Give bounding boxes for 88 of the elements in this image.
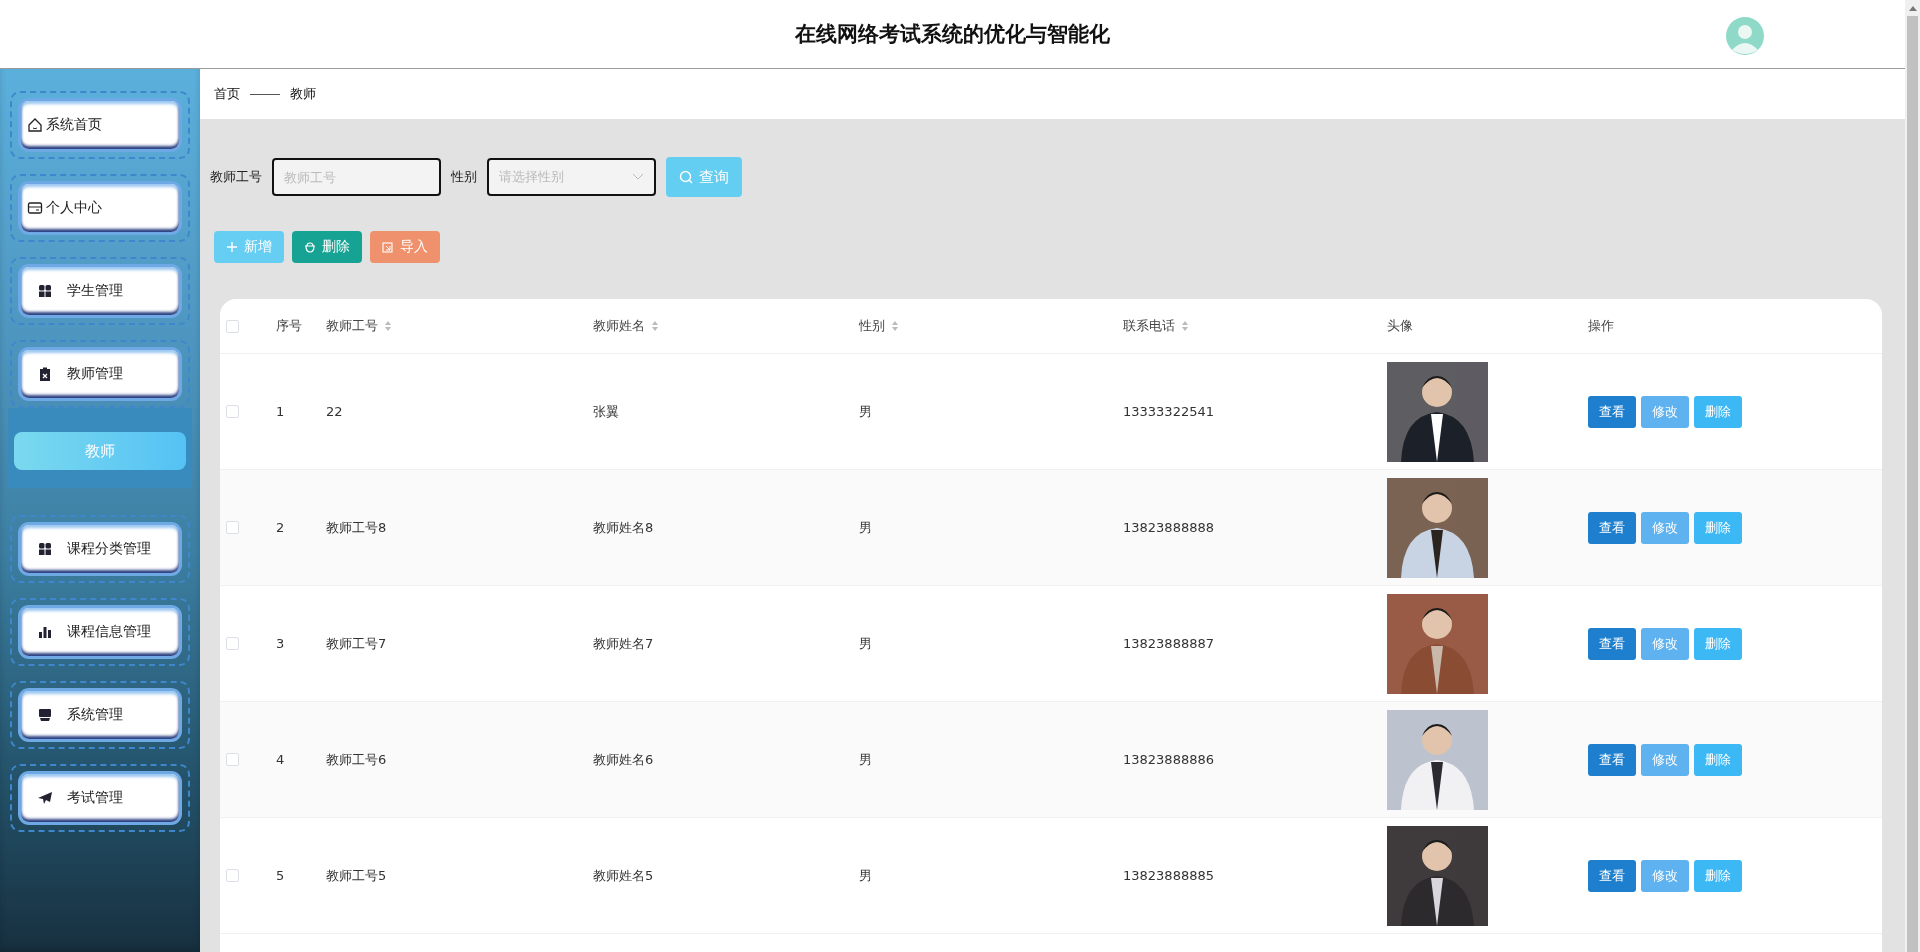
table-cell: 教师姓名6 [593,750,654,769]
table-cell: 张翼 [593,402,619,421]
import-button[interactable]: 导入 [370,231,440,263]
checkbox[interactable] [226,319,239,333]
grid-icon [37,283,53,299]
table-cell: 13823888888 [1123,520,1214,535]
search-icon [679,170,693,184]
menu-item[interactable]: 学生管理 [21,267,179,315]
card-icon [27,200,43,216]
sort-icon[interactable] [891,320,899,332]
column-header: 序号 [276,317,302,335]
import-icon [382,241,394,253]
table-cell: 教师工号5 [326,866,387,885]
bar-chart-icon [37,624,53,640]
view-button[interactable]: 查看 [1588,859,1636,892]
checkbox[interactable] [226,521,239,534]
paper-plane-icon [37,790,53,806]
avatar-icon[interactable] [1725,16,1765,56]
menu-item[interactable]: 个人中心 [21,184,179,232]
table-cell: 教师姓名7 [593,634,654,653]
table-cell: 13333322541 [1123,404,1214,419]
monitor-icon [37,707,53,723]
table-cell: 男 [859,750,872,769]
view-button[interactable]: 查看 [1588,627,1636,660]
menu-item[interactable]: 系统首页 [21,101,179,149]
column-header[interactable]: 教师姓名 [593,317,659,335]
checkbox[interactable] [226,869,239,882]
table-cell: 男 [859,634,872,653]
edit-button[interactable]: 修改 [1641,511,1689,544]
column-header[interactable]: 联系电话 [1123,317,1189,335]
scroll-up-icon[interactable] [1907,4,1918,12]
delete-button[interactable]: 删除 [1694,859,1742,892]
table-cell: 男 [859,518,872,537]
table-cell: 2 [276,520,285,535]
menu-item[interactable]: 课程信息管理 [21,608,179,656]
plus-icon [226,241,238,253]
table-cell: 3 [276,636,285,651]
menu-item[interactable]: 系统管理 [21,691,179,739]
chevron-down-icon [632,173,644,181]
table-cell: 13823888887 [1123,636,1214,651]
table-cell: 教师工号8 [326,518,387,537]
table-cell: 教师工号6 [326,750,387,769]
sort-icon[interactable] [651,320,659,332]
field-label: 性别 [451,168,477,186]
table-cell: 4 [276,752,285,767]
table-cell: 22 [326,404,343,419]
delete-button[interactable]: 删除 [1694,743,1742,776]
breadcrumb-link[interactable]: 教师 [290,85,316,103]
column-header[interactable]: 性别 [859,317,899,335]
edit-button[interactable]: 修改 [1641,627,1689,660]
delete-button[interactable]: 删除 [292,231,362,263]
checkbox[interactable] [226,753,239,766]
page-title: 在线网络考试系统的优化与智能化 [795,21,1110,48]
field-label: 教师工号 [210,168,262,186]
checkbox[interactable] [226,405,239,418]
menu-item[interactable]: 课程分类管理 [21,525,179,573]
delete-button[interactable]: 删除 [1694,627,1742,660]
sort-icon[interactable] [1181,320,1189,332]
table-cell: 教师姓名5 [593,866,654,885]
table-cell: 1 [276,404,285,419]
delete-button[interactable]: 删除 [1694,395,1742,428]
column-header: 操作 [1588,317,1614,335]
view-button[interactable]: 查看 [1588,511,1636,544]
table-cell: 13823888886 [1123,752,1214,767]
menu-item[interactable]: 教师管理 [21,350,179,398]
home-icon [27,117,43,133]
view-button[interactable]: 查看 [1588,395,1636,428]
grid-icon [37,541,53,557]
edit-button[interactable]: 修改 [1641,859,1689,892]
edit-button[interactable]: 修改 [1641,395,1689,428]
column-header: 头像 [1387,317,1413,335]
trash-icon [304,241,316,253]
delete-button[interactable]: 删除 [1694,511,1742,544]
edit-button[interactable]: 修改 [1641,743,1689,776]
menu-item[interactable]: 考试管理 [21,774,179,822]
view-button[interactable]: 查看 [1588,743,1636,776]
table-cell: 13823888885 [1123,868,1214,883]
table-cell: 教师姓名8 [593,518,654,537]
scrollbar[interactable] [1905,0,1920,952]
checkbox[interactable] [226,637,239,650]
table-cell: 男 [859,402,872,421]
clipboard-icon [37,366,53,382]
column-header[interactable]: 教师工号 [326,317,392,335]
breadcrumb-link[interactable]: 首页 [214,85,240,103]
table-cell: 5 [276,868,285,883]
sort-icon[interactable] [384,320,392,332]
table-cell: 男 [859,866,872,885]
table-cell: 教师工号7 [326,634,387,653]
